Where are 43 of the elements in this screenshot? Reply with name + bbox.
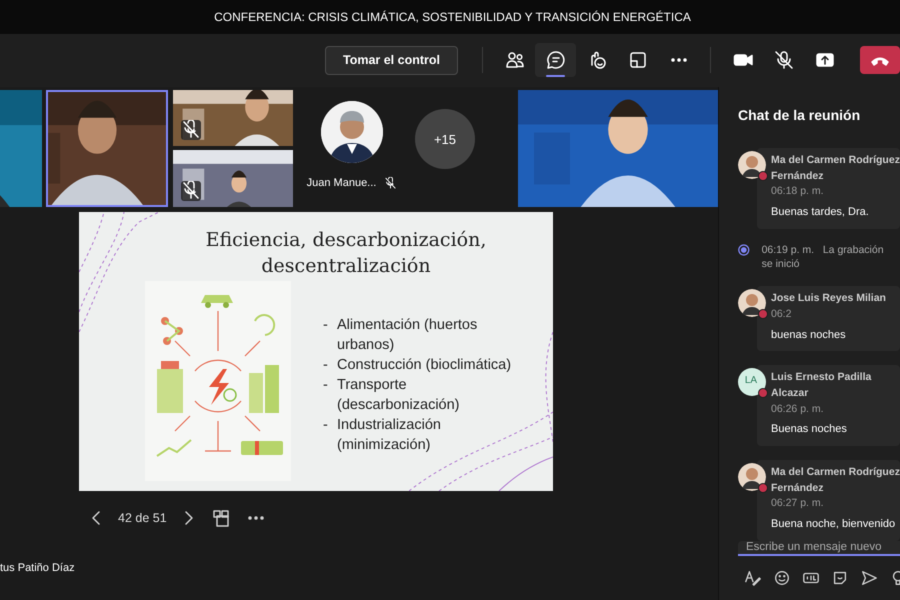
hang-up-button[interactable] <box>860 46 900 74</box>
message-text: Buenas noches <box>771 422 847 438</box>
message-text: Buena noche, bienvenido <box>771 517 896 532</box>
message-time: 06:26 p. m. <box>771 402 824 416</box>
author-name: Jose Luis Reyes Milian <box>771 291 886 306</box>
send-icon[interactable] <box>860 568 878 587</box>
more-icon <box>670 58 688 62</box>
bullet-marker: - <box>323 416 329 436</box>
message-text: Buenas tardes, Dra. <box>771 205 869 220</box>
window-title: CONFERENCIA: CRISIS CLIMÁTICA, SOSTENIBILIDAD Y TRANSICIÓN ENERGÉTICA <box>214 8 691 26</box>
recording-icon <box>738 242 750 257</box>
bullet-text: Alimentación (huertos urbanos) <box>337 316 478 356</box>
participant-name: Juan Manue... <box>306 176 376 192</box>
bullet-text: Industrialización (minimización) <box>337 416 442 456</box>
message-text: buenas noches <box>771 328 846 342</box>
author-name: Luis Ernesto Padilla Alcazar <box>771 370 872 401</box>
slide-title: Eficiencia, descarbonización, descentralización <box>204 228 488 279</box>
people-icon <box>504 50 524 70</box>
avatar-initials: LA <box>744 374 758 386</box>
page-indicator: 42 de 51 <box>118 510 167 526</box>
bullet-text: Construcción (bioclimática) <box>337 356 512 376</box>
emoji-icon[interactable] <box>773 568 791 587</box>
bullet-marker: - <box>323 356 329 376</box>
message-time: 06:2 <box>771 306 792 322</box>
message-input[interactable]: Escribe un mensaje nuevo <box>738 540 900 556</box>
more-participants-button[interactable]: +15 <box>415 109 475 170</box>
chat-title: Chat de la reunión <box>738 106 862 125</box>
mic-off-icon <box>774 50 794 70</box>
slides-icon <box>212 508 230 527</box>
author-name: Ma del Carmen Rodríguez Fernández <box>771 464 900 496</box>
system-message: 06:19 p. m. La grabación se inició <box>762 242 885 272</box>
message-time: 06:18 p. m. <box>771 184 824 200</box>
author-name: Ma del Carmen Rodríguez Fernández <box>771 152 900 184</box>
format-icon[interactable] <box>744 568 762 587</box>
message-time: 06:27 p. m. <box>771 496 824 512</box>
presenter-name: tus Patiño Díaz <box>0 560 75 576</box>
bullet-marker: - <box>323 376 329 396</box>
chat-icon <box>546 50 566 70</box>
take-control-button[interactable]: Tomar el control <box>324 46 458 75</box>
bullet-text: Transporte (descarbonización) <box>337 376 461 416</box>
bullet-marker: - <box>323 316 329 336</box>
rooms-icon <box>628 50 648 70</box>
chat-button[interactable] <box>535 43 576 78</box>
